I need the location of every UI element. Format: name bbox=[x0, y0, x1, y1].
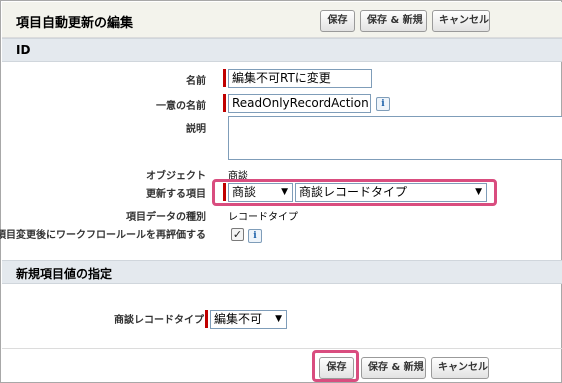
cancel-button-bottom[interactable]: キャンセル bbox=[431, 357, 489, 379]
unique-name-input[interactable]: ReadOnlyRecordAction bbox=[228, 94, 371, 113]
object-select[interactable]: 商談 ▼ bbox=[228, 183, 293, 202]
unique-name-label: 一意の名前 bbox=[156, 101, 206, 112]
save-new-button-bottom[interactable]: 保存 & 新規 bbox=[361, 357, 426, 379]
section-title-new-value: 新規項目値の指定 bbox=[16, 267, 113, 281]
check-icon: ✓ bbox=[232, 228, 243, 241]
required-marker bbox=[205, 310, 208, 328]
field-to-update-label: 更新する項目 bbox=[146, 189, 206, 200]
cancel-button-top[interactable]: キャンセル bbox=[432, 10, 490, 32]
section-title-id: ID bbox=[16, 43, 31, 57]
field-select-value: 商談レコードタイプ bbox=[299, 185, 408, 199]
field-data-type-label: 項目データの種別 bbox=[126, 212, 206, 223]
page-header: 項目自動更新の編集 保存 保存 & 新規 キャンセル bbox=[2, 2, 562, 38]
record-type-select-value: 編集不可 bbox=[214, 312, 263, 326]
edit-field-update-page: 項目自動更新の編集 保存 保存 & 新規 キャンセル ID 名前 編集不可RTに… bbox=[0, 0, 562, 383]
save-button-top[interactable]: 保存 bbox=[320, 10, 355, 32]
object-label: オブジェクト bbox=[146, 171, 206, 182]
name-label: 名前 bbox=[186, 76, 206, 87]
section-header-new-value: 新規項目値の指定 bbox=[2, 260, 562, 284]
page-title: 項目自動更新の編集 bbox=[16, 16, 134, 31]
field-select[interactable]: 商談レコードタイプ ▼ bbox=[295, 183, 487, 202]
required-marker bbox=[223, 183, 226, 201]
section-header-id: ID bbox=[2, 38, 562, 62]
reevaluate-checkbox[interactable]: ✓ bbox=[231, 228, 244, 241]
required-marker bbox=[223, 69, 226, 87]
description-textarea[interactable] bbox=[228, 116, 562, 160]
field-data-type-value: レコードタイプ bbox=[228, 212, 298, 223]
description-label: 説明 bbox=[186, 124, 206, 135]
object-select-value: 商談 bbox=[232, 185, 257, 199]
chevron-down-icon: ▼ bbox=[275, 314, 282, 324]
save-button-bottom[interactable]: 保存 bbox=[319, 357, 354, 379]
chevron-down-icon: ▼ bbox=[281, 187, 288, 197]
record-type-select[interactable]: 編集不可 ▼ bbox=[210, 310, 287, 329]
info-icon[interactable]: i bbox=[376, 97, 390, 111]
chevron-down-icon: ▼ bbox=[475, 187, 482, 197]
record-type-label: 商談レコードタイプ bbox=[114, 315, 204, 326]
info-icon[interactable]: i bbox=[248, 229, 262, 243]
save-new-button-top[interactable]: 保存 & 新規 bbox=[360, 10, 427, 32]
name-input[interactable]: 編集不可RTに変更 bbox=[228, 69, 372, 88]
reevaluate-label: 項目変更後にワークフロールールを再評価する bbox=[0, 230, 206, 241]
footer-divider bbox=[2, 348, 562, 349]
required-marker bbox=[223, 94, 226, 112]
